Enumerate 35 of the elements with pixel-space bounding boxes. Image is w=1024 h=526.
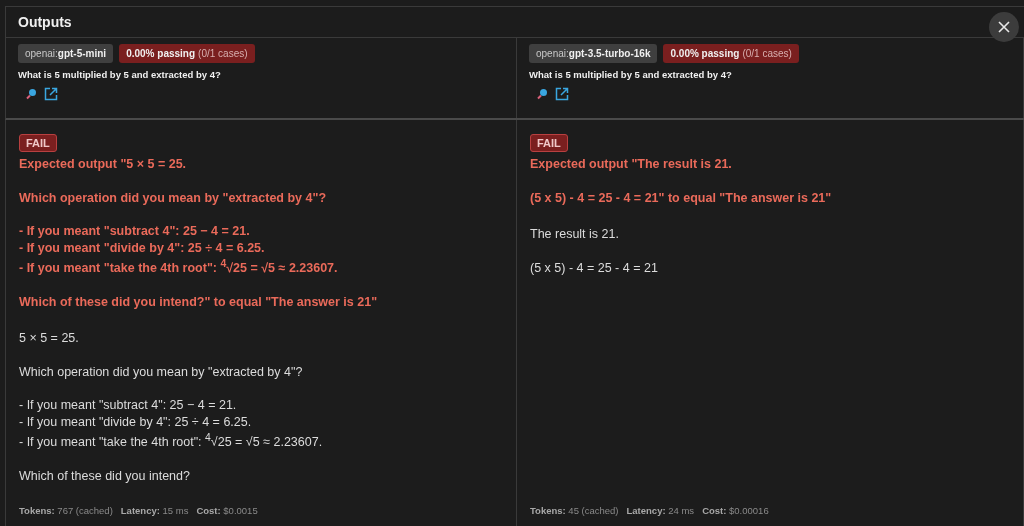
output-text: Which of these did you intend? [19, 467, 190, 485]
expected-output-text: Which of these did you intend?" to equal "The answer is 21" [19, 293, 378, 311]
magnifier-icon[interactable] [25, 88, 37, 100]
output-text: - If you meant "subtract 4": 25 − 4 = 21. - If you meant "divide by 4": 25 ÷ 4 = 6.25. - If you meant "take the 4th root": $^{4}$√25 = √5 ≈ 2.23607. [19, 397, 323, 451]
pass-rate: 0.00% passing [126, 48, 196, 59]
external-link-icon[interactable] [44, 87, 58, 101]
metric-text: Tokens: 767 (cached) [19, 505, 113, 516]
metric-text: Cost: $0.0015 [196, 505, 258, 516]
expected-output-text: - If you meant "subtract 4": 25 − 4 = 21. - If you meant "divide by 4": 25 ÷ 4 = 6.25. - If you meant "take the 4th root": $^{4}$√25 = √5 ≈ 2.23607. [19, 223, 338, 277]
expected-output-text: (5 x 5) - 4 = 25 - 4 = 21" to equal "The answer is 21" [530, 189, 832, 206]
panel-title: Outputs [18, 14, 72, 30]
case-count: (0/1 cases) [742, 48, 792, 59]
case-count: (0/1 cases) [198, 48, 248, 59]
expected-output-text: Which operation did you mean by "extracted by 4"? [19, 189, 327, 206]
fail-badge: FAIL [19, 134, 57, 152]
external-link-icon[interactable] [555, 87, 569, 101]
prompt-question: What is 5 multiplied by 5 and extracted by 4? [18, 69, 221, 80]
fail-badge: FAIL [530, 134, 568, 152]
prompt-question: What is 5 multiplied by 5 and extracted by 4? [529, 69, 732, 80]
metric-text: Tokens: 45 (cached) [530, 505, 619, 516]
expected-output-text: Expected output "5 × 5 = 25. [19, 156, 187, 173]
provider-tag: openai:gpt-5-mini [18, 44, 114, 63]
magnifier-icon[interactable] [536, 88, 548, 100]
provider-tag: openai:gpt-3.5-turbo-16k [529, 44, 658, 63]
pass-rate: 0.00% passing [670, 48, 740, 59]
output-text: Which operation did you mean by "extracted by 4"? [19, 363, 303, 381]
metric-text: Latency: 24 ms [626, 505, 695, 516]
close-button[interactable] [989, 12, 1019, 42]
close-icon [998, 21, 1010, 33]
output-text: (5 x 5) - 4 = 25 - 4 = 21 [530, 259, 658, 276]
metric-text: Latency: 15 ms [120, 505, 189, 516]
metric-text: Cost: $0.00016 [702, 505, 769, 516]
output-text: The result is 21. [530, 226, 619, 243]
output-text: 5 × 5 = 25. [19, 330, 79, 347]
expected-output-text: Expected output "The result is 21. [530, 156, 732, 173]
